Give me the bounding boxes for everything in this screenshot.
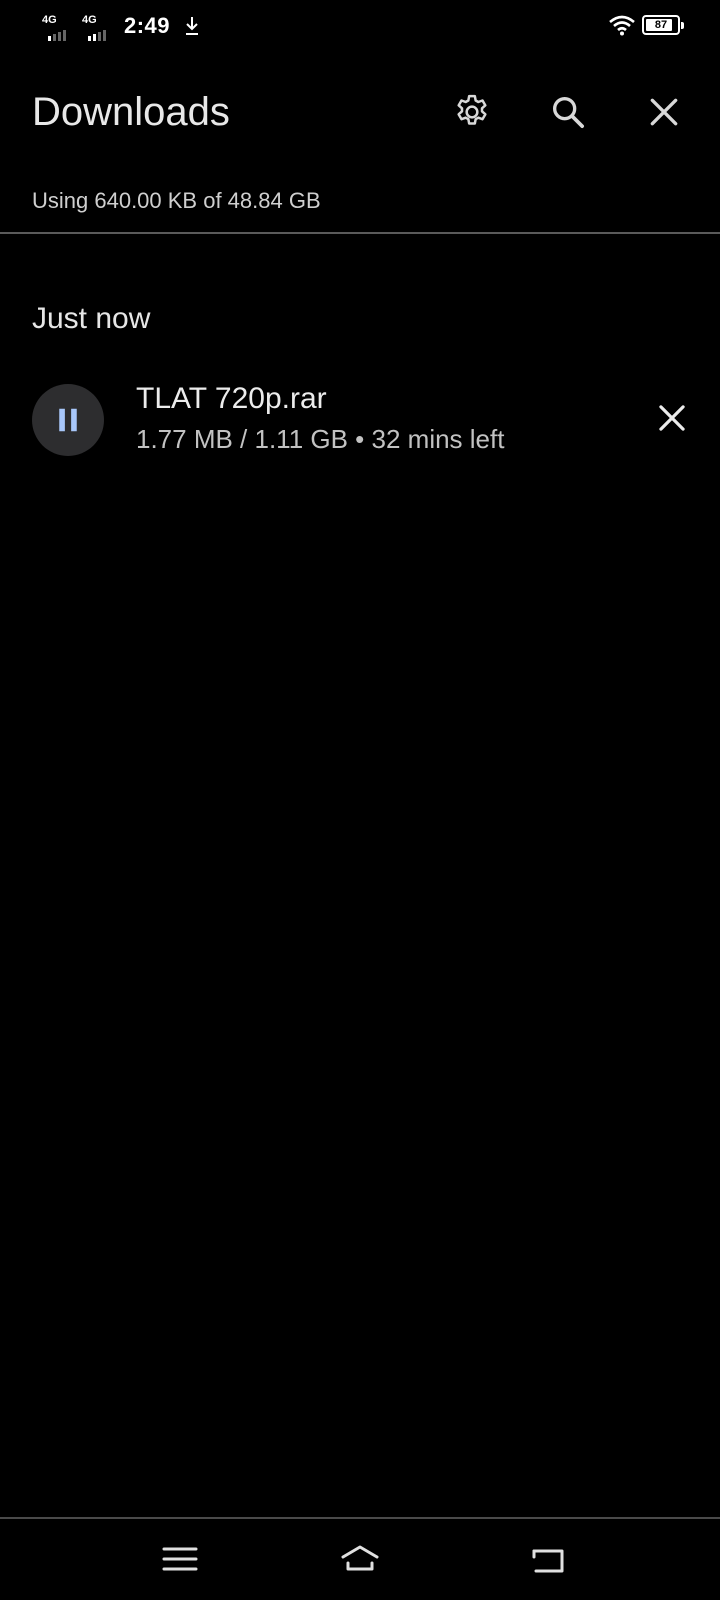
status-right: 87 — [608, 14, 684, 36]
back-button[interactable] — [520, 1535, 576, 1583]
cancel-download-button[interactable] — [644, 390, 700, 446]
navigation-bar — [0, 1519, 720, 1600]
close-icon — [659, 405, 685, 431]
downloads-screen: 4G 4G 2:49 87 Downloads Using 640.00 KB … — [0, 0, 720, 1600]
search-button[interactable] — [540, 84, 596, 140]
battery-percent: 87 — [654, 19, 668, 31]
download-item[interactable]: TLAT 720p.rar 1.77 MB / 1.11 GB • 32 min… — [0, 370, 720, 470]
app-bar: Downloads — [0, 78, 720, 150]
signal-icon: 4G — [40, 10, 74, 42]
home-button[interactable] — [332, 1535, 388, 1583]
search-icon — [553, 97, 584, 128]
page-title: Downloads — [32, 90, 230, 134]
header-divider — [0, 232, 720, 234]
section-header: Just now — [32, 302, 151, 335]
status-bar: 4G 4G 2:49 87 — [0, 0, 720, 56]
download-icon — [186, 17, 199, 35]
wifi-icon — [609, 15, 635, 36]
battery-icon: 87 — [642, 15, 684, 35]
gear-icon — [457, 94, 487, 125]
recents-button[interactable] — [152, 1535, 208, 1583]
status-left: 4G 4G 2:49 — [40, 10, 200, 42]
signal-icon-2: 4G — [80, 10, 114, 42]
pause-button[interactable] — [32, 384, 104, 456]
storage-usage: Using 640.00 KB of 48.84 GB — [32, 188, 321, 213]
home-icon — [341, 1545, 379, 1571]
close-icon — [650, 98, 678, 126]
pause-icon — [59, 408, 77, 432]
download-progress-text: 1.77 MB / 1.11 GB • 32 mins left — [136, 424, 505, 454]
network-type-2: 4G — [82, 14, 97, 26]
menu-icon — [162, 1547, 198, 1571]
back-icon — [532, 1549, 564, 1573]
file-name: TLAT 720p.rar — [136, 382, 327, 415]
close-button[interactable] — [636, 84, 692, 140]
battery-cap — [681, 22, 684, 29]
network-type-1: 4G — [42, 14, 57, 26]
settings-button[interactable] — [444, 84, 500, 140]
clock: 2:49 — [124, 13, 171, 38]
